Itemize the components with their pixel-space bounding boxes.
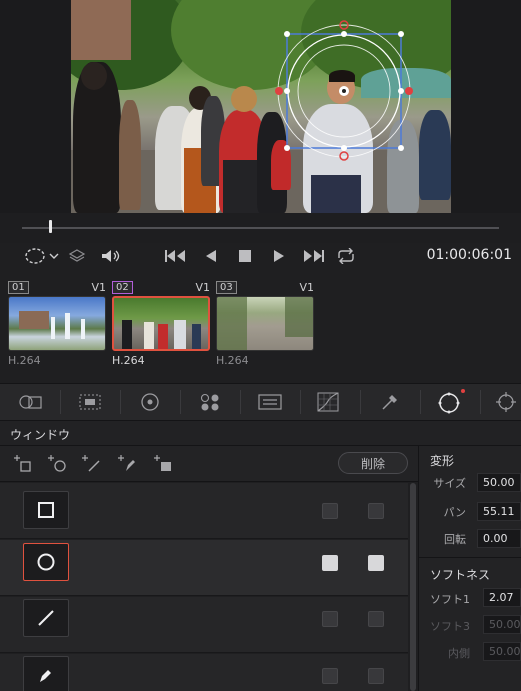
pen-icon [40,670,51,682]
window-enable-toggle[interactable] [322,668,338,684]
play-reverse-icon[interactable] [200,243,222,269]
qualifier-eyedropper-icon[interactable] [370,387,410,417]
loop-icon[interactable] [334,243,358,269]
add-circle-icon[interactable] [46,452,68,474]
add-linear-icon[interactable] [80,452,102,474]
rgb-mixer-icon[interactable] [250,387,290,417]
timecode: 01:00:06:01 [426,247,512,263]
clip-codec: H.264 [8,354,41,367]
size-field[interactable]: 50.00 [477,473,521,492]
soft3-field[interactable]: 50.00 [483,615,521,634]
soft1-label: ソフト1 [430,593,470,606]
softness-title: ソフトネス [430,568,491,582]
delete-button[interactable]: 削除 [338,452,408,474]
clip-number: 01 [8,280,29,294]
linear-line-icon [38,610,54,626]
window-enable-toggle[interactable] [322,555,338,571]
window-panel-header: ウィンドウ [0,421,521,446]
window-shape-dropdown[interactable] [20,243,64,269]
scrubber-track[interactable] [22,227,499,229]
clip-thumbnail [216,296,314,351]
clip-codec: H.264 [112,354,145,367]
rotate-field[interactable]: 0.00 [477,529,521,548]
pan-field[interactable]: 55.11 [477,502,521,521]
add-polygon-pen-icon[interactable] [116,452,138,474]
window-invert-toggle[interactable] [368,611,384,627]
add-rectangle-icon[interactable] [12,452,34,474]
window-invert-toggle[interactable] [368,503,384,519]
curves-icon[interactable] [308,387,348,417]
add-gradient-icon[interactable] [152,452,174,474]
soft3-label: ソフト3 [430,620,470,633]
linear-window-button[interactable] [23,599,69,637]
window-dropdown-icon [25,248,59,264]
window-row-pen[interactable] [0,654,408,691]
volume-icon[interactable] [98,243,122,269]
stop-icon[interactable] [234,243,256,269]
skip-to-end-icon[interactable] [300,243,326,269]
circle-window-button[interactable] [23,543,69,581]
power-window-icon[interactable] [430,387,470,417]
clip-thumbnail [8,296,106,351]
tracker-icon[interactable] [490,387,521,417]
pen-window-button[interactable] [23,656,69,691]
play-icon[interactable] [268,243,290,269]
soft1-field[interactable]: 2.07 [483,588,521,607]
clip-track: V1 [299,280,314,294]
pan-label: パン [443,506,466,519]
window-row-linear[interactable] [0,597,408,653]
circle-icon [37,553,55,571]
clip-number: 03 [216,280,237,294]
square-icon [38,502,54,518]
clip-thumbnail [112,296,210,351]
primaries-wheels-icon[interactable] [130,387,170,417]
camera-raw-icon[interactable] [10,387,50,417]
color-match-icon[interactable] [70,387,110,417]
clip-03[interactable]: 03 V1 H.264 [216,280,314,367]
inner-field[interactable]: 50.00 [483,642,521,661]
panel-title: ウィンドウ [10,428,71,442]
skip-to-start-icon[interactable] [163,243,189,269]
window-enable-toggle[interactable] [322,611,338,627]
inner-label: 内側 [448,647,470,660]
playhead[interactable] [49,220,52,233]
rotate-label: 回転 [444,533,466,546]
clip-02[interactable]: 02 V1 H.264 [112,280,210,367]
size-label: サイズ [433,477,466,490]
window-row-circle[interactable] [0,540,408,596]
clip-codec: H.264 [216,354,249,367]
hdr-wheels-icon[interactable] [190,387,230,417]
clip-01[interactable]: 01 V1 H.264 [8,280,106,367]
layers-icon[interactable] [66,243,88,269]
window-invert-toggle[interactable] [368,555,384,571]
clip-track: V1 [195,280,210,294]
clip-number: 02 [112,280,133,294]
square-window-button[interactable] [23,491,69,529]
window-enable-toggle[interactable] [322,503,338,519]
video-frame[interactable] [71,0,451,213]
window-invert-toggle[interactable] [368,668,384,684]
transform-title: 変形 [430,454,455,468]
window-overlay[interactable] [71,0,451,213]
window-row-square[interactable] [0,483,408,539]
clip-track: V1 [91,280,106,294]
